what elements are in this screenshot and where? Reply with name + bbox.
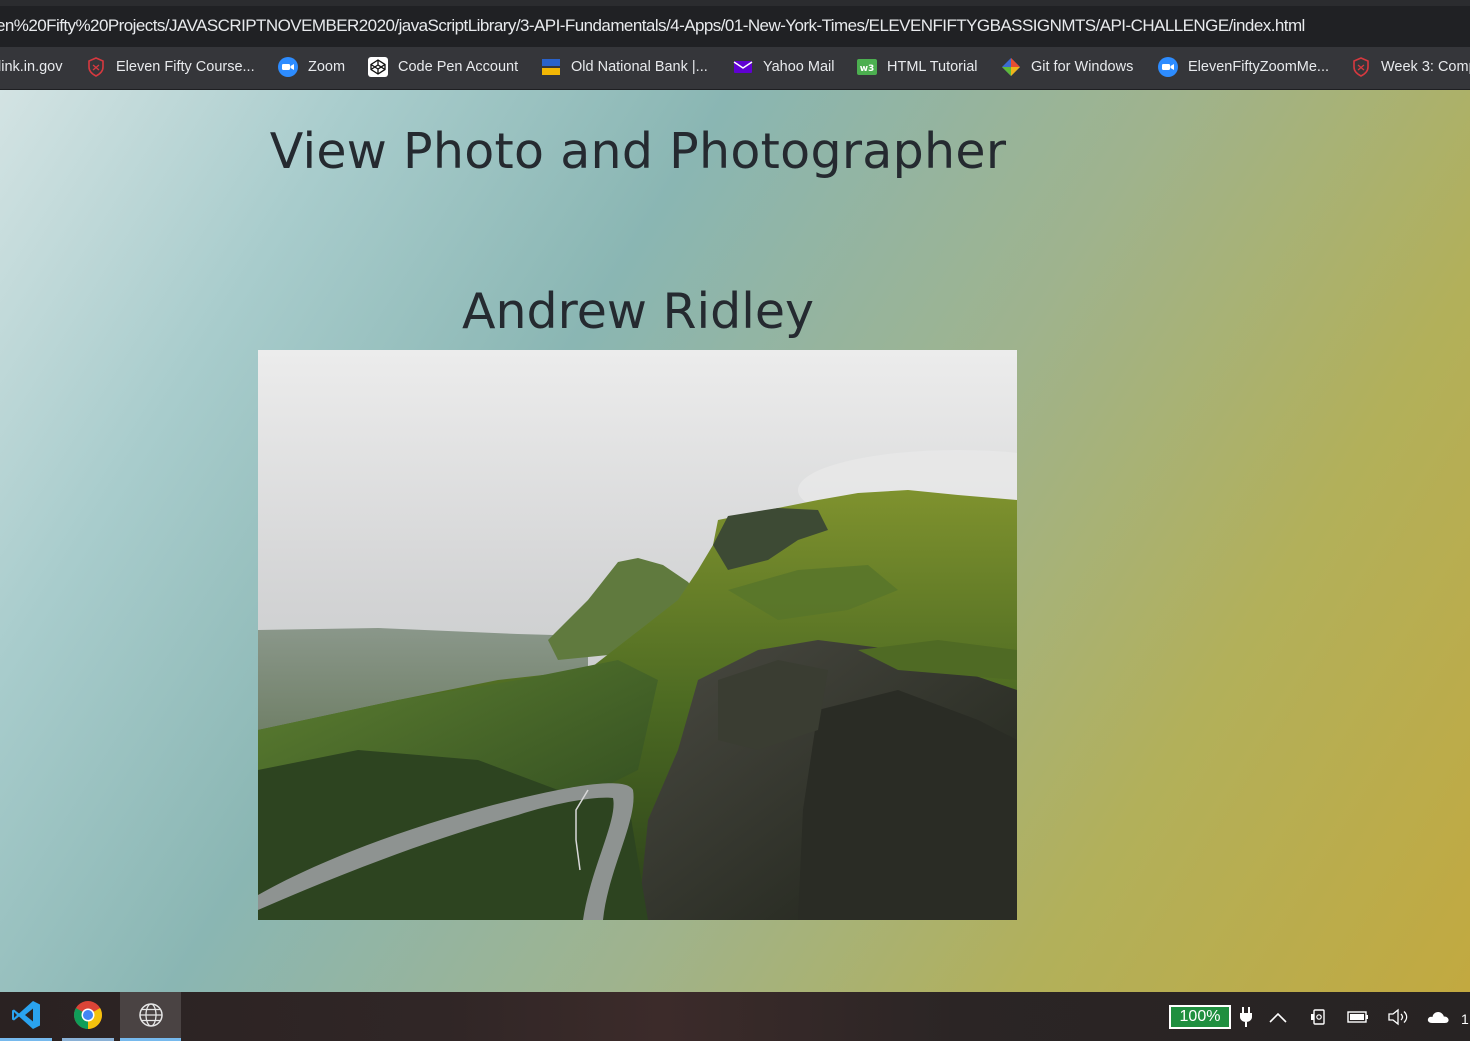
page-body: View Photo and Photographer Andrew Ridle… [0, 90, 1470, 992]
bookmark-git-for-windows[interactable]: Git for Windows [1001, 47, 1133, 87]
battery-icon[interactable] [1344, 992, 1372, 1041]
zoom-icon [278, 57, 298, 77]
bookmark-label: Week 3: Comp [1381, 59, 1470, 75]
vscode-icon [10, 999, 42, 1035]
shield-icon [86, 57, 106, 77]
url-text[interactable]: ven%20Fifty%20Projects/JAVASCRIPTNOVEMBE… [0, 16, 1305, 36]
bookmark-label: Code Pen Account [398, 59, 519, 75]
landscape-photo [258, 350, 1017, 920]
taskbar-vscode[interactable] [0, 992, 52, 1041]
onedrive-cloud-icon[interactable] [1424, 992, 1452, 1041]
chevron-up-icon[interactable] [1266, 992, 1290, 1041]
taskbar-chrome[interactable] [62, 992, 114, 1041]
svg-text:w3: w3 [860, 64, 875, 74]
bank-icon [541, 57, 561, 77]
bookmark-week-3[interactable]: Week 3: Comp [1351, 47, 1470, 87]
taskbar: 100% 1 [0, 992, 1470, 1041]
battery-percent-badge[interactable]: 100% [1169, 1005, 1231, 1029]
browser-globe-icon [138, 1002, 164, 1032]
page-title: View Photo and Photographer [269, 123, 1007, 180]
bookmark-label: Eleven Fifty Course... [116, 59, 255, 75]
bookmark-old-national-bank[interactable]: Old National Bank |... [541, 47, 708, 87]
chrome-icon [73, 1000, 103, 1034]
bookmark-zoom[interactable]: Zoom [278, 47, 345, 87]
bookmark-label: Git for Windows [1031, 59, 1134, 75]
taskbar-browser-active[interactable] [120, 992, 181, 1041]
bookmark-elevenfifty-zoom[interactable]: ElevenFiftyZoomMe... [1158, 47, 1329, 87]
bookmark-label: link.in.gov [0, 59, 63, 75]
bookmark-html-tutorial[interactable]: w3 HTML Tutorial [857, 47, 978, 87]
bookmark-link-in-gov[interactable]: link.in.gov [0, 47, 62, 87]
bookmark-label: ElevenFiftyZoomMe... [1188, 59, 1330, 75]
bookmark-code-pen[interactable]: Code Pen Account [368, 47, 518, 87]
bookmark-label: Old National Bank |... [571, 59, 708, 75]
photographer-name: Andrew Ridley [461, 283, 815, 340]
volume-icon[interactable] [1385, 992, 1411, 1041]
bookmark-label: HTML Tutorial [887, 59, 978, 75]
zoom-icon [1158, 57, 1178, 77]
bookmarks-bar: link.in.gov Eleven Fifty Course... Zoom … [0, 47, 1470, 90]
camera-icon[interactable] [1307, 992, 1331, 1041]
codepen-icon [368, 57, 388, 77]
mail-icon [733, 57, 753, 77]
plug-icon[interactable] [1236, 992, 1256, 1041]
w3-icon: w3 [857, 57, 877, 77]
shield-icon [1351, 57, 1371, 77]
git-icon [1001, 57, 1021, 77]
clock-fragment[interactable]: 1 [1461, 1011, 1469, 1027]
bookmark-eleven-fifty-course[interactable]: Eleven Fifty Course... [86, 47, 255, 87]
bookmark-label: Yahoo Mail [763, 59, 835, 75]
bookmark-yahoo-mail[interactable]: Yahoo Mail [733, 47, 834, 87]
bookmark-label: Zoom [308, 59, 346, 75]
address-bar[interactable]: ven%20Fifty%20Projects/JAVASCRIPTNOVEMBE… [0, 0, 1470, 47]
